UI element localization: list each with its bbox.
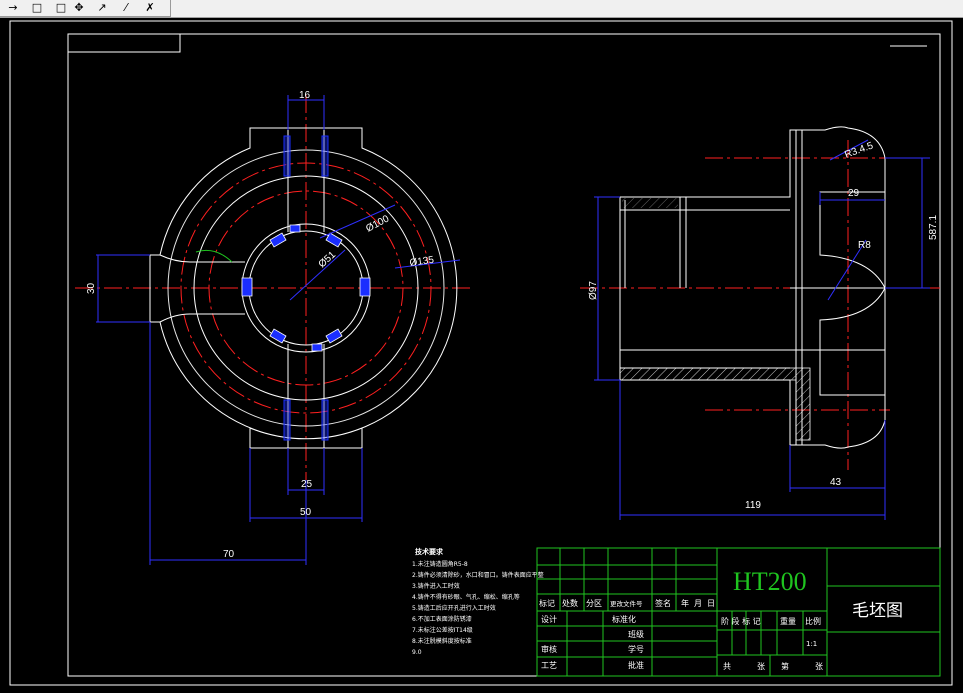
dim-side-29: 29 (848, 188, 860, 199)
notes-line: 5.铸造工后应开孔进行入工时效 (412, 604, 496, 612)
tb-student-id: 学号 (628, 644, 644, 654)
notes-line: 4.铸件不得有砂眼、气孔、缩松、缩孔等 (412, 593, 520, 601)
tb-process: 工艺 (541, 661, 557, 670)
dim-side-dia: Ø97 (588, 281, 599, 300)
drawing-canvas[interactable]: 16 Ø51 Ø100 Ø135 30 25 50 70 R3.4.5 29 5… (0, 18, 963, 693)
notes-line: 1.未注铸造圆角R5-8 (412, 560, 468, 568)
tb-stage-mark: 阶 段 标 记 (721, 616, 761, 626)
tb-sheets-total: 共 (723, 662, 731, 671)
pointer-tool-icon[interactable]: ↗ (93, 0, 111, 15)
notes-line: 8.未注脱模斜度按标准 (412, 637, 472, 645)
front-dim-text: 16 Ø51 Ø100 Ø135 30 25 50 70 (86, 90, 435, 560)
side-dim-text: R3.4.5 29 587.1 R8 Ø97 43 119 (588, 140, 939, 511)
rectangle-tool-2-icon[interactable]: □ (52, 0, 70, 15)
tb-count: 处数 (562, 598, 578, 608)
front-dimensions (96, 95, 461, 565)
move-tool-icon[interactable]: ✥ (70, 0, 88, 15)
tb-mark: 标记 (539, 598, 555, 608)
cad-toolbar: → □ □ ✥ ↗ ⁄ ✗ (0, 0, 963, 18)
tb-class: 班级 (628, 629, 644, 639)
dim-bottom-slot: 25 (301, 479, 313, 490)
tb-zone: 分区 (586, 599, 602, 608)
tb-year: 年 (681, 598, 689, 608)
dim-top-width: 16 (299, 90, 311, 101)
tb-standardize: 标准化 (612, 614, 636, 624)
notes-line: 9.0 (412, 649, 422, 656)
tb-day: 日 (707, 599, 715, 608)
tb-sheets-unit: 张 (757, 662, 765, 671)
dim-inner-dia: Ø51 (317, 249, 339, 270)
dim-side-43: 43 (830, 477, 842, 488)
front-view (75, 95, 470, 480)
notes-line: 6.不加工表面涂防锈漆 (412, 615, 472, 623)
tb-material: HT200 (733, 567, 807, 596)
tb-scale-value: 1:1 (806, 640, 817, 648)
dim-lug-height: 30 (86, 282, 97, 294)
tb-approve: 批准 (628, 660, 644, 670)
side-view (580, 126, 940, 470)
tb-weight: 重量 (780, 616, 796, 626)
tb-review: 审核 (541, 644, 557, 654)
notes-line: 7.未标注公差按IT14级 (412, 626, 473, 634)
tb-month: 月 (694, 599, 702, 608)
side-hatch (619, 198, 811, 441)
technical-notes: 技术要求 1.未注铸造圆角R5-8 2.铸件必须清除砂，水口和冒口。铸件表面应平… (412, 547, 544, 656)
notes-line: 3.铸件进入工时效 (412, 582, 460, 590)
tb-change-doc: 更改文件号 (610, 599, 643, 608)
notes-line: 2.铸件必须清除砂，水口和冒口。铸件表面应平整 (412, 571, 544, 579)
tb-sheet-unit: 张 (815, 662, 823, 671)
outer-frame (9, 20, 953, 686)
dim-side-height: 587.1 (928, 215, 939, 240)
dim-bottom-width: 50 (300, 507, 312, 518)
dim-outer-dia: Ø135 (409, 255, 435, 269)
tb-drawing-name: 毛坯图 (852, 601, 903, 621)
dim-side-length: 119 (745, 500, 761, 511)
tb-sign: 签名 (655, 598, 671, 608)
erase-tool-icon[interactable]: ✗ (141, 0, 159, 15)
tb-sheet-no: 第 (781, 661, 789, 671)
notes-title: 技术要求 (415, 547, 444, 556)
dim-side-r8: R8 (858, 240, 871, 251)
measure-tool-icon[interactable]: ⁄ (117, 0, 135, 15)
arrow-tool-icon[interactable]: → (4, 0, 22, 15)
tb-design: 设计 (541, 614, 557, 624)
code-box (67, 33, 181, 53)
dim-overall: 70 (223, 549, 235, 560)
rectangle-tool-icon[interactable]: □ (28, 0, 46, 15)
tb-scale-label: 比例 (805, 616, 821, 626)
